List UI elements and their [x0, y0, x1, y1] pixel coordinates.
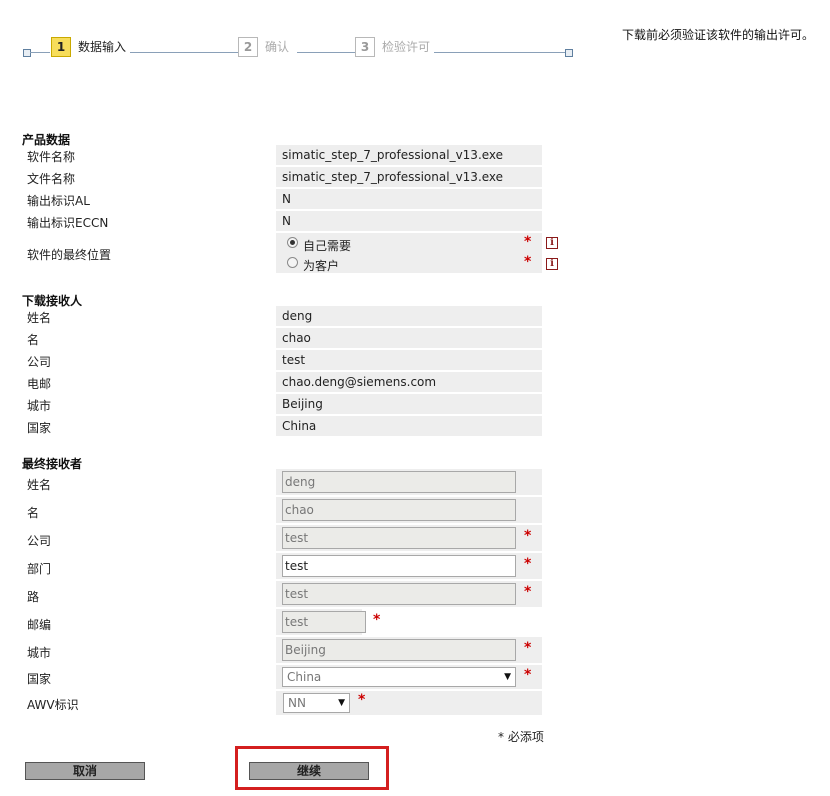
end-user-section-title: 最终接收者	[22, 457, 83, 471]
progress-line-1	[30, 52, 50, 53]
recipient-first-name-value: chao	[276, 328, 542, 348]
info-icon[interactable]: i	[546, 237, 558, 249]
step-3-number: 3	[355, 37, 375, 57]
end-user-postcode-input[interactable]	[282, 611, 366, 633]
location-option-customer-label[interactable]: 为客户	[303, 257, 339, 274]
step-3-label: 检验许可	[382, 40, 431, 54]
end-user-street-input[interactable]	[282, 583, 516, 605]
end-user-street-required-marker: *	[524, 584, 532, 600]
end-user-city-label: 城市	[27, 646, 52, 660]
continue-button[interactable]: 继续	[249, 762, 369, 780]
recipient-city-value: Beijing	[276, 394, 542, 414]
export-eccn-value: N	[276, 211, 542, 231]
location-option-own-label[interactable]: 自己需要	[303, 237, 351, 254]
awv-label: AWV标识	[27, 698, 79, 712]
recipient-last-name-label: 姓名	[27, 311, 52, 325]
export-eccn-label: 输出标识ECCN	[27, 216, 109, 230]
recipient-country-label: 国家	[27, 421, 52, 435]
end-user-city-required-marker: *	[524, 640, 532, 656]
export-license-notice: 下载前必须验证该软件的输出许可。	[622, 28, 815, 42]
end-user-department-input[interactable]	[282, 555, 516, 577]
progress-end-marker	[565, 49, 573, 57]
end-user-first-name-input[interactable]	[282, 499, 516, 521]
end-user-country-select[interactable]: China ▼	[282, 667, 516, 687]
awv-select[interactable]: NN ▼	[283, 693, 350, 713]
cancel-button[interactable]: 取消	[25, 762, 145, 780]
end-user-last-name-label: 姓名	[27, 478, 52, 492]
end-user-country-label: 国家	[27, 672, 52, 686]
end-user-country-required-marker: *	[524, 667, 532, 683]
product-section-title: 产品数据	[22, 133, 71, 147]
export-al-label: 输出标识AL	[27, 194, 90, 208]
location-customer-required-marker: *	[524, 254, 532, 270]
awv-required-marker: *	[358, 692, 366, 708]
step-1-label: 数据输入	[78, 40, 127, 54]
recipient-first-name-label: 名	[27, 333, 40, 347]
export-al-value: N	[276, 189, 542, 209]
software-name-value: simatic_step_7_professional_v13.exe	[276, 145, 542, 165]
location-own-required-marker: *	[524, 234, 532, 250]
end-user-street-label: 路	[27, 590, 40, 604]
software-name-label: 软件名称	[27, 150, 76, 164]
end-user-postcode-required-marker: *	[373, 612, 381, 628]
file-name-label: 文件名称	[27, 172, 76, 186]
file-name-value: simatic_step_7_professional_v13.exe	[276, 167, 542, 187]
dropdown-arrow-icon: ▼	[504, 672, 511, 682]
dropdown-arrow-icon: ▼	[338, 698, 345, 708]
final-location-label: 软件的最终位置	[27, 248, 112, 262]
end-user-department-label: 部门	[27, 562, 52, 576]
end-user-department-required-marker: *	[524, 556, 532, 572]
end-user-last-name-input[interactable]	[282, 471, 516, 493]
recipient-company-value: test	[276, 350, 542, 370]
recipient-city-label: 城市	[27, 399, 52, 413]
end-user-postcode-label: 邮编	[27, 618, 52, 632]
recipient-section-title: 下载接收人	[22, 294, 83, 308]
recipient-company-label: 公司	[27, 355, 52, 369]
end-user-first-name-label: 名	[27, 506, 40, 520]
end-user-company-label: 公司	[27, 534, 52, 548]
step-1-number: 1	[51, 37, 71, 57]
end-user-company-input[interactable]	[282, 527, 516, 549]
recipient-email-label: 电邮	[27, 377, 52, 391]
recipient-email-value: chao.deng@siemens.com	[276, 372, 542, 392]
progress-line-3	[297, 52, 355, 53]
location-radio-customer[interactable]	[287, 257, 298, 268]
end-user-country-selected: China	[287, 670, 322, 684]
recipient-country-value: China	[276, 416, 542, 436]
recipient-last-name-value: deng	[276, 306, 542, 326]
required-fields-note: * 必添项	[498, 730, 544, 744]
progress-line-2	[130, 52, 238, 53]
end-user-company-required-marker: *	[524, 528, 532, 544]
step-2-label: 确认	[265, 40, 290, 54]
end-user-city-input[interactable]	[282, 639, 516, 661]
progress-start-marker	[23, 49, 31, 57]
location-radio-own[interactable]	[287, 237, 298, 248]
step-2-number: 2	[238, 37, 258, 57]
awv-selected: NN	[288, 696, 306, 710]
info-icon[interactable]: i	[546, 258, 558, 270]
progress-line-4	[434, 52, 566, 53]
